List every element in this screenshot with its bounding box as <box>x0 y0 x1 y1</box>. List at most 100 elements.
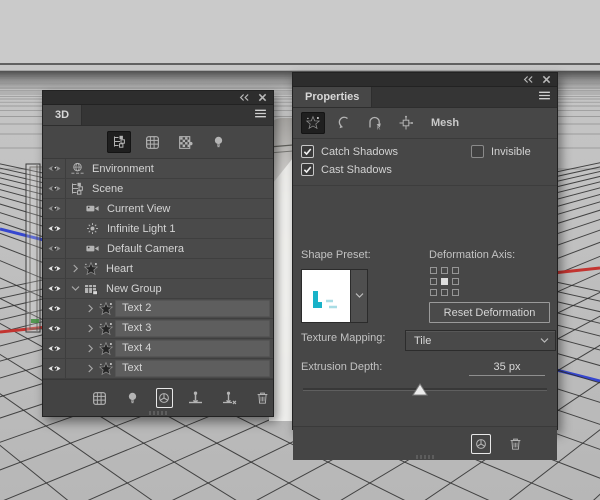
visibility-toggle[interactable] <box>43 319 66 338</box>
invisible-checkbox[interactable]: Invisible <box>471 145 531 158</box>
sky-area <box>0 0 600 64</box>
visibility-toggle[interactable] <box>43 259 66 278</box>
ground-plane-off-icon[interactable] <box>218 387 239 409</box>
reset-deformation-button[interactable]: Reset Deformation <box>429 302 550 323</box>
chevron-right-icon[interactable] <box>83 344 97 353</box>
meshes-filter-icon[interactable] <box>140 131 164 153</box>
scene-row-text-3[interactable]: Text 3 <box>43 319 273 339</box>
lights-filter-icon[interactable] <box>206 131 230 153</box>
scene-tree-icon[interactable] <box>107 131 131 153</box>
deformation-axis-cell-1[interactable] <box>441 267 448 274</box>
chevron-right-icon[interactable] <box>68 264 82 273</box>
deformation-axis-cell-5[interactable] <box>452 278 459 285</box>
visibility-toggle[interactable] <box>43 159 66 178</box>
extrusion-slider-thumb[interactable] <box>412 383 428 399</box>
checkbox-checked-icon <box>301 163 314 176</box>
3d-panel-titlebar[interactable] <box>43 91 273 105</box>
tab-properties[interactable]: Properties <box>293 87 372 107</box>
mesh-star-icon[interactable] <box>301 112 325 134</box>
deformation-axis-cell-3[interactable] <box>430 278 437 285</box>
extrusion-depth-value[interactable]: 35 px <box>469 361 545 376</box>
whole-scene-icon[interactable] <box>156 388 174 408</box>
shape-preset-thumbnail[interactable] <box>301 269 351 323</box>
panel-menu-button[interactable] <box>247 105 273 125</box>
catch-shadows-checkbox[interactable]: Catch Shadows <box>301 145 398 158</box>
hamburger-icon <box>538 91 551 103</box>
extrusion-depth-label: Extrusion Depth: <box>301 361 382 373</box>
deform-icon <box>336 115 352 131</box>
visibility-toggle[interactable] <box>43 299 66 318</box>
visibility-toggle[interactable] <box>43 199 66 218</box>
visibility-toggle[interactable] <box>43 279 66 298</box>
texture-mapping-select[interactable]: Tile <box>405 330 556 351</box>
deformation-axis-cell-7[interactable] <box>441 289 448 296</box>
visibility-toggle[interactable] <box>43 179 66 198</box>
properties-panel-titlebar[interactable] <box>293 73 557 87</box>
coordinates-icon[interactable] <box>394 112 418 134</box>
visibility-toggle[interactable] <box>43 239 66 258</box>
visibility-toggle[interactable] <box>43 219 66 238</box>
chevron-down-icon <box>540 337 549 344</box>
ground-plane-icon[interactable] <box>185 387 206 409</box>
group-icon <box>82 281 100 297</box>
scene-row-infinite-light-1[interactable]: Infinite Light 1 <box>43 219 273 239</box>
cap-icon[interactable]: K <box>363 112 387 134</box>
mesh-star-icon <box>97 361 115 377</box>
panel-resize-grip[interactable] <box>149 411 167 415</box>
extrusion-depth-slider[interactable] <box>303 383 547 397</box>
lights-filter-icon[interactable] <box>122 387 143 409</box>
scene-row-text-2[interactable]: Text 2 <box>43 299 273 319</box>
deform-icon[interactable] <box>332 112 356 134</box>
close-icon[interactable] <box>542 75 551 84</box>
visibility-toggle[interactable] <box>43 359 66 378</box>
deformation-axis-cell-6[interactable] <box>430 289 437 296</box>
3d-panel: 3D EnvironmentSceneCurrent ViewInfinite … <box>42 90 274 417</box>
deformation-axis-cell-0[interactable] <box>430 267 437 274</box>
shape-preset-label: Shape Preset: <box>301 249 371 261</box>
tab-3d[interactable]: 3D <box>43 105 82 125</box>
trash-icon[interactable] <box>252 387 273 409</box>
ground-plane-icon <box>187 390 204 406</box>
scene-row-text-4[interactable]: Text 4 <box>43 339 273 359</box>
scene-row-label: Default Camera <box>101 243 190 255</box>
scene-row-scene[interactable]: Scene <box>43 179 273 199</box>
tab-properties-label: Properties <box>305 91 359 103</box>
collapse-panel-icon[interactable] <box>522 75 534 84</box>
environment-icon <box>68 161 86 176</box>
shape-preset-dropdown-button[interactable] <box>350 269 368 323</box>
cap-icon: K <box>367 115 383 131</box>
panel-resize-grip[interactable] <box>416 455 434 459</box>
visibility-toggle[interactable] <box>43 339 66 358</box>
deformation-axis-cell-8[interactable] <box>452 289 459 296</box>
meshes-filter-icon[interactable] <box>89 387 110 409</box>
scene-row-current-view[interactable]: Current View <box>43 199 273 219</box>
scene-row-environment[interactable]: Environment <box>43 159 273 179</box>
texture-mapping-label: Texture Mapping: <box>301 332 385 344</box>
deformation-axis-label: Deformation Axis: <box>429 249 515 261</box>
cast-shadows-checkbox[interactable]: Cast Shadows <box>301 163 392 176</box>
chevron-down-icon <box>355 290 364 302</box>
chevron-down-icon[interactable] <box>68 285 82 292</box>
scene-row-new-group[interactable]: New Group <box>43 279 273 299</box>
coordinates-icon <box>398 115 414 131</box>
collapse-panel-icon[interactable] <box>238 93 250 102</box>
chevron-right-icon[interactable] <box>83 324 97 333</box>
whole-scene-icon[interactable] <box>471 434 491 454</box>
cast-shadows-label: Cast Shadows <box>321 164 392 176</box>
panel-menu-button[interactable] <box>531 87 557 107</box>
chevron-right-icon[interactable] <box>83 304 97 313</box>
deformation-axis-cell-2[interactable] <box>452 267 459 274</box>
hamburger-icon <box>254 109 267 121</box>
scene-list: EnvironmentSceneCurrent ViewInfinite Lig… <box>43 159 273 379</box>
eye-icon <box>47 163 62 174</box>
scene-row-default-camera[interactable]: Default Camera <box>43 239 273 259</box>
trash-icon[interactable] <box>503 433 527 455</box>
eye-icon <box>47 183 62 194</box>
close-icon[interactable] <box>258 93 267 102</box>
deformation-axis-cell-4[interactable] <box>441 278 448 285</box>
chevron-right-icon[interactable] <box>83 364 97 373</box>
materials-filter-icon <box>177 134 194 151</box>
scene-row-heart[interactable]: Heart <box>43 259 273 279</box>
scene-row-text[interactable]: Text <box>43 359 273 379</box>
materials-filter-icon[interactable] <box>173 131 197 153</box>
